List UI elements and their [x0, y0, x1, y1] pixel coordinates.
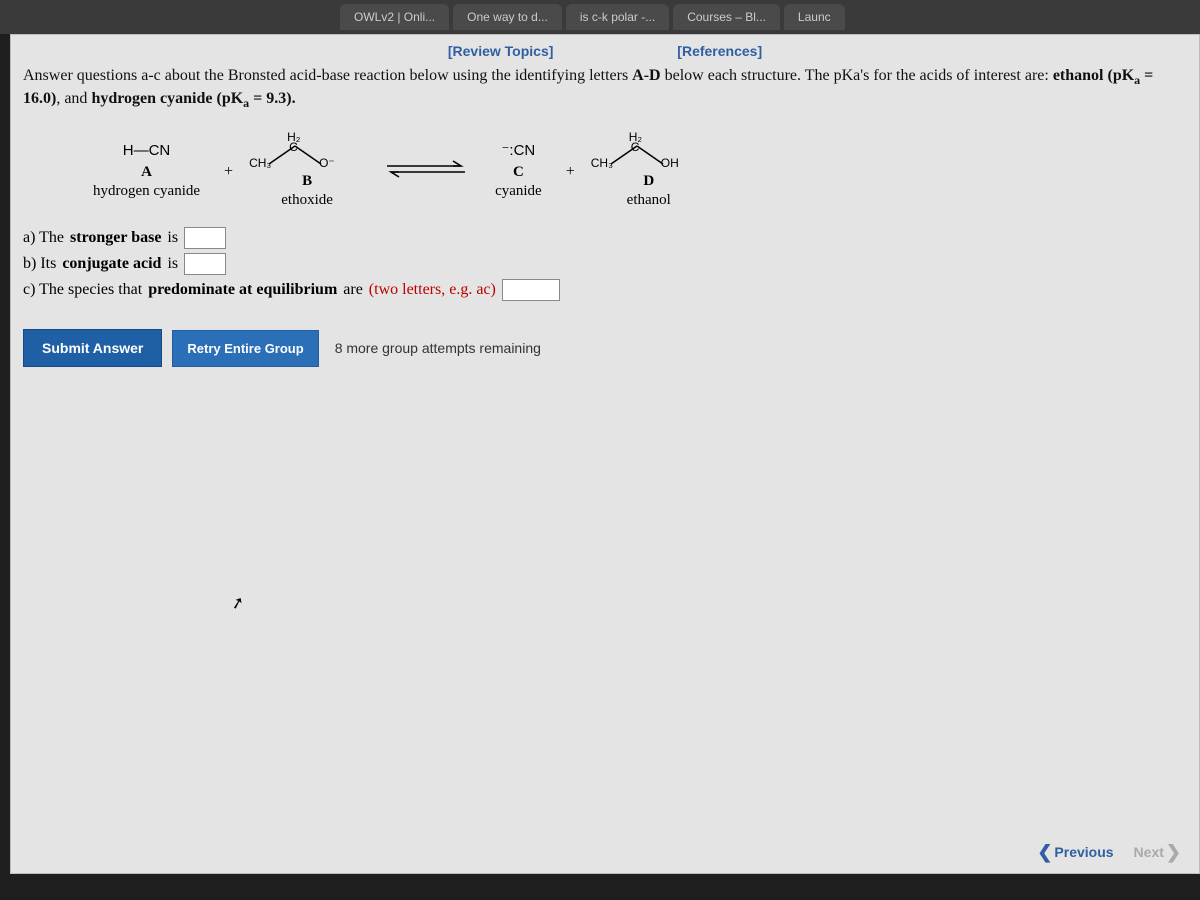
- tab-ck-polar[interactable]: is c-k polar -...: [566, 4, 669, 30]
- qc-post: are: [343, 281, 363, 299]
- button-row: Submit Answer Retry Entire Group 8 more …: [23, 329, 1187, 367]
- instr-part: Answer questions a-c about the Bronsted …: [23, 67, 632, 84]
- chevron-left-icon: ❮: [1037, 843, 1052, 861]
- previous-label: Previous: [1054, 844, 1113, 860]
- label-ch3: CH₃: [249, 156, 271, 171]
- letter-b: B: [257, 172, 357, 191]
- attempts-remaining: 8 more group attempts remaining: [335, 340, 541, 356]
- tab-owlv2[interactable]: OWLv2 | Onli...: [340, 4, 449, 30]
- tab-launc[interactable]: Launc: [784, 4, 845, 30]
- browser-tabs-bar: OWLv2 | Onli... One way to d... is c-k p…: [0, 0, 1200, 34]
- qc-pre: c) The species that: [23, 281, 142, 299]
- qb-pre: b) Its: [23, 255, 56, 273]
- reaction-row: H—CN A hydrogen cyanide + CH₃ H₂ C O⁻ B: [93, 134, 1187, 210]
- structure-cyanide: ⁻:CN: [495, 142, 542, 161]
- structure-ethoxide: CH₃ H₂ C O⁻: [257, 134, 357, 170]
- instr-bold-ad: A-D: [632, 67, 660, 84]
- instr-hcn-word: hydrogen cyanide (pK: [91, 90, 243, 107]
- instr-eth-word: ethanol (pK: [1053, 67, 1134, 84]
- name-ethanol: ethanol: [599, 191, 699, 210]
- label-o-minus: O⁻: [319, 156, 335, 171]
- name-cyanide: cyanide: [495, 182, 542, 201]
- instr-hcn: hydrogen cyanide (pKa = 9.3).: [91, 90, 295, 107]
- name-hydrogen-cyanide: hydrogen cyanide: [93, 182, 200, 201]
- cursor-icon: ➚: [229, 592, 247, 615]
- species-c: ⁻:CN C cyanide: [495, 142, 542, 200]
- answer-b-input[interactable]: [184, 253, 226, 275]
- next-label: Next: [1134, 844, 1164, 860]
- top-links: [Review Topics] [References]: [23, 43, 1187, 59]
- qc-bold: predominate at equilibrium: [148, 281, 337, 299]
- tab-courses[interactable]: Courses – Bl...: [673, 4, 780, 30]
- submit-answer-button[interactable]: Submit Answer: [23, 329, 162, 367]
- screen-frame: OWLv2 | Onli... One way to d... is c-k p…: [0, 0, 1200, 900]
- retry-group-button[interactable]: Retry Entire Group: [172, 330, 318, 367]
- instr-hcn-eq: = 9.3).: [249, 90, 295, 107]
- question-b: b) Its conjugate acid is: [23, 253, 1187, 275]
- chevron-right-icon: ❯: [1166, 843, 1181, 861]
- structure-hcn: H—CN: [93, 142, 200, 161]
- structure-ethanol: CH₃ H₂ C OH: [599, 134, 699, 170]
- question-panel: [Review Topics] [References] Answer ques…: [10, 34, 1200, 874]
- label-oh: OH: [661, 156, 679, 171]
- previous-button[interactable]: ❮ Previous: [1037, 843, 1113, 861]
- answer-a-input[interactable]: [184, 227, 226, 249]
- label-c: C: [289, 140, 298, 155]
- next-button: Next ❯: [1134, 843, 1181, 861]
- qb-bold: conjugate acid: [62, 255, 161, 273]
- review-topics-link[interactable]: [Review Topics]: [448, 43, 554, 59]
- qa-bold: stronger base: [70, 229, 161, 247]
- answer-c-input[interactable]: [502, 279, 560, 301]
- species-a: H—CN A hydrogen cyanide: [93, 142, 200, 200]
- footer-nav: ❮ Previous Next ❯: [1037, 843, 1181, 861]
- references-link[interactable]: [References]: [677, 43, 762, 59]
- qa-post: is: [167, 229, 178, 247]
- letter-d: D: [599, 172, 699, 191]
- species-d: CH₃ H₂ C OH D ethanol: [599, 134, 699, 210]
- letter-a: A: [93, 163, 200, 182]
- instruction-text: Answer questions a-c about the Bronsted …: [23, 65, 1187, 112]
- question-c: c) The species that predominate at equil…: [23, 279, 1187, 301]
- plus-sign: +: [566, 163, 575, 181]
- species-b: CH₃ H₂ C O⁻ B ethoxide: [257, 134, 357, 210]
- tab-one-way[interactable]: One way to d...: [453, 4, 562, 30]
- qc-hint: (two letters, e.g. ac): [369, 281, 496, 299]
- name-ethoxide: ethoxide: [257, 191, 357, 210]
- qb-post: is: [167, 255, 178, 273]
- instr-part: below each structure. The pKa's for the …: [661, 67, 1053, 84]
- plus-sign: +: [224, 163, 233, 181]
- equilibrium-arrow-icon: [381, 159, 471, 184]
- label-c: C: [631, 140, 640, 155]
- question-a: a) The stronger base is: [23, 227, 1187, 249]
- label-ch3: CH₃: [591, 156, 613, 171]
- letter-c: C: [495, 163, 542, 182]
- qa-pre: a) The: [23, 229, 64, 247]
- instr-and: , and: [56, 90, 91, 107]
